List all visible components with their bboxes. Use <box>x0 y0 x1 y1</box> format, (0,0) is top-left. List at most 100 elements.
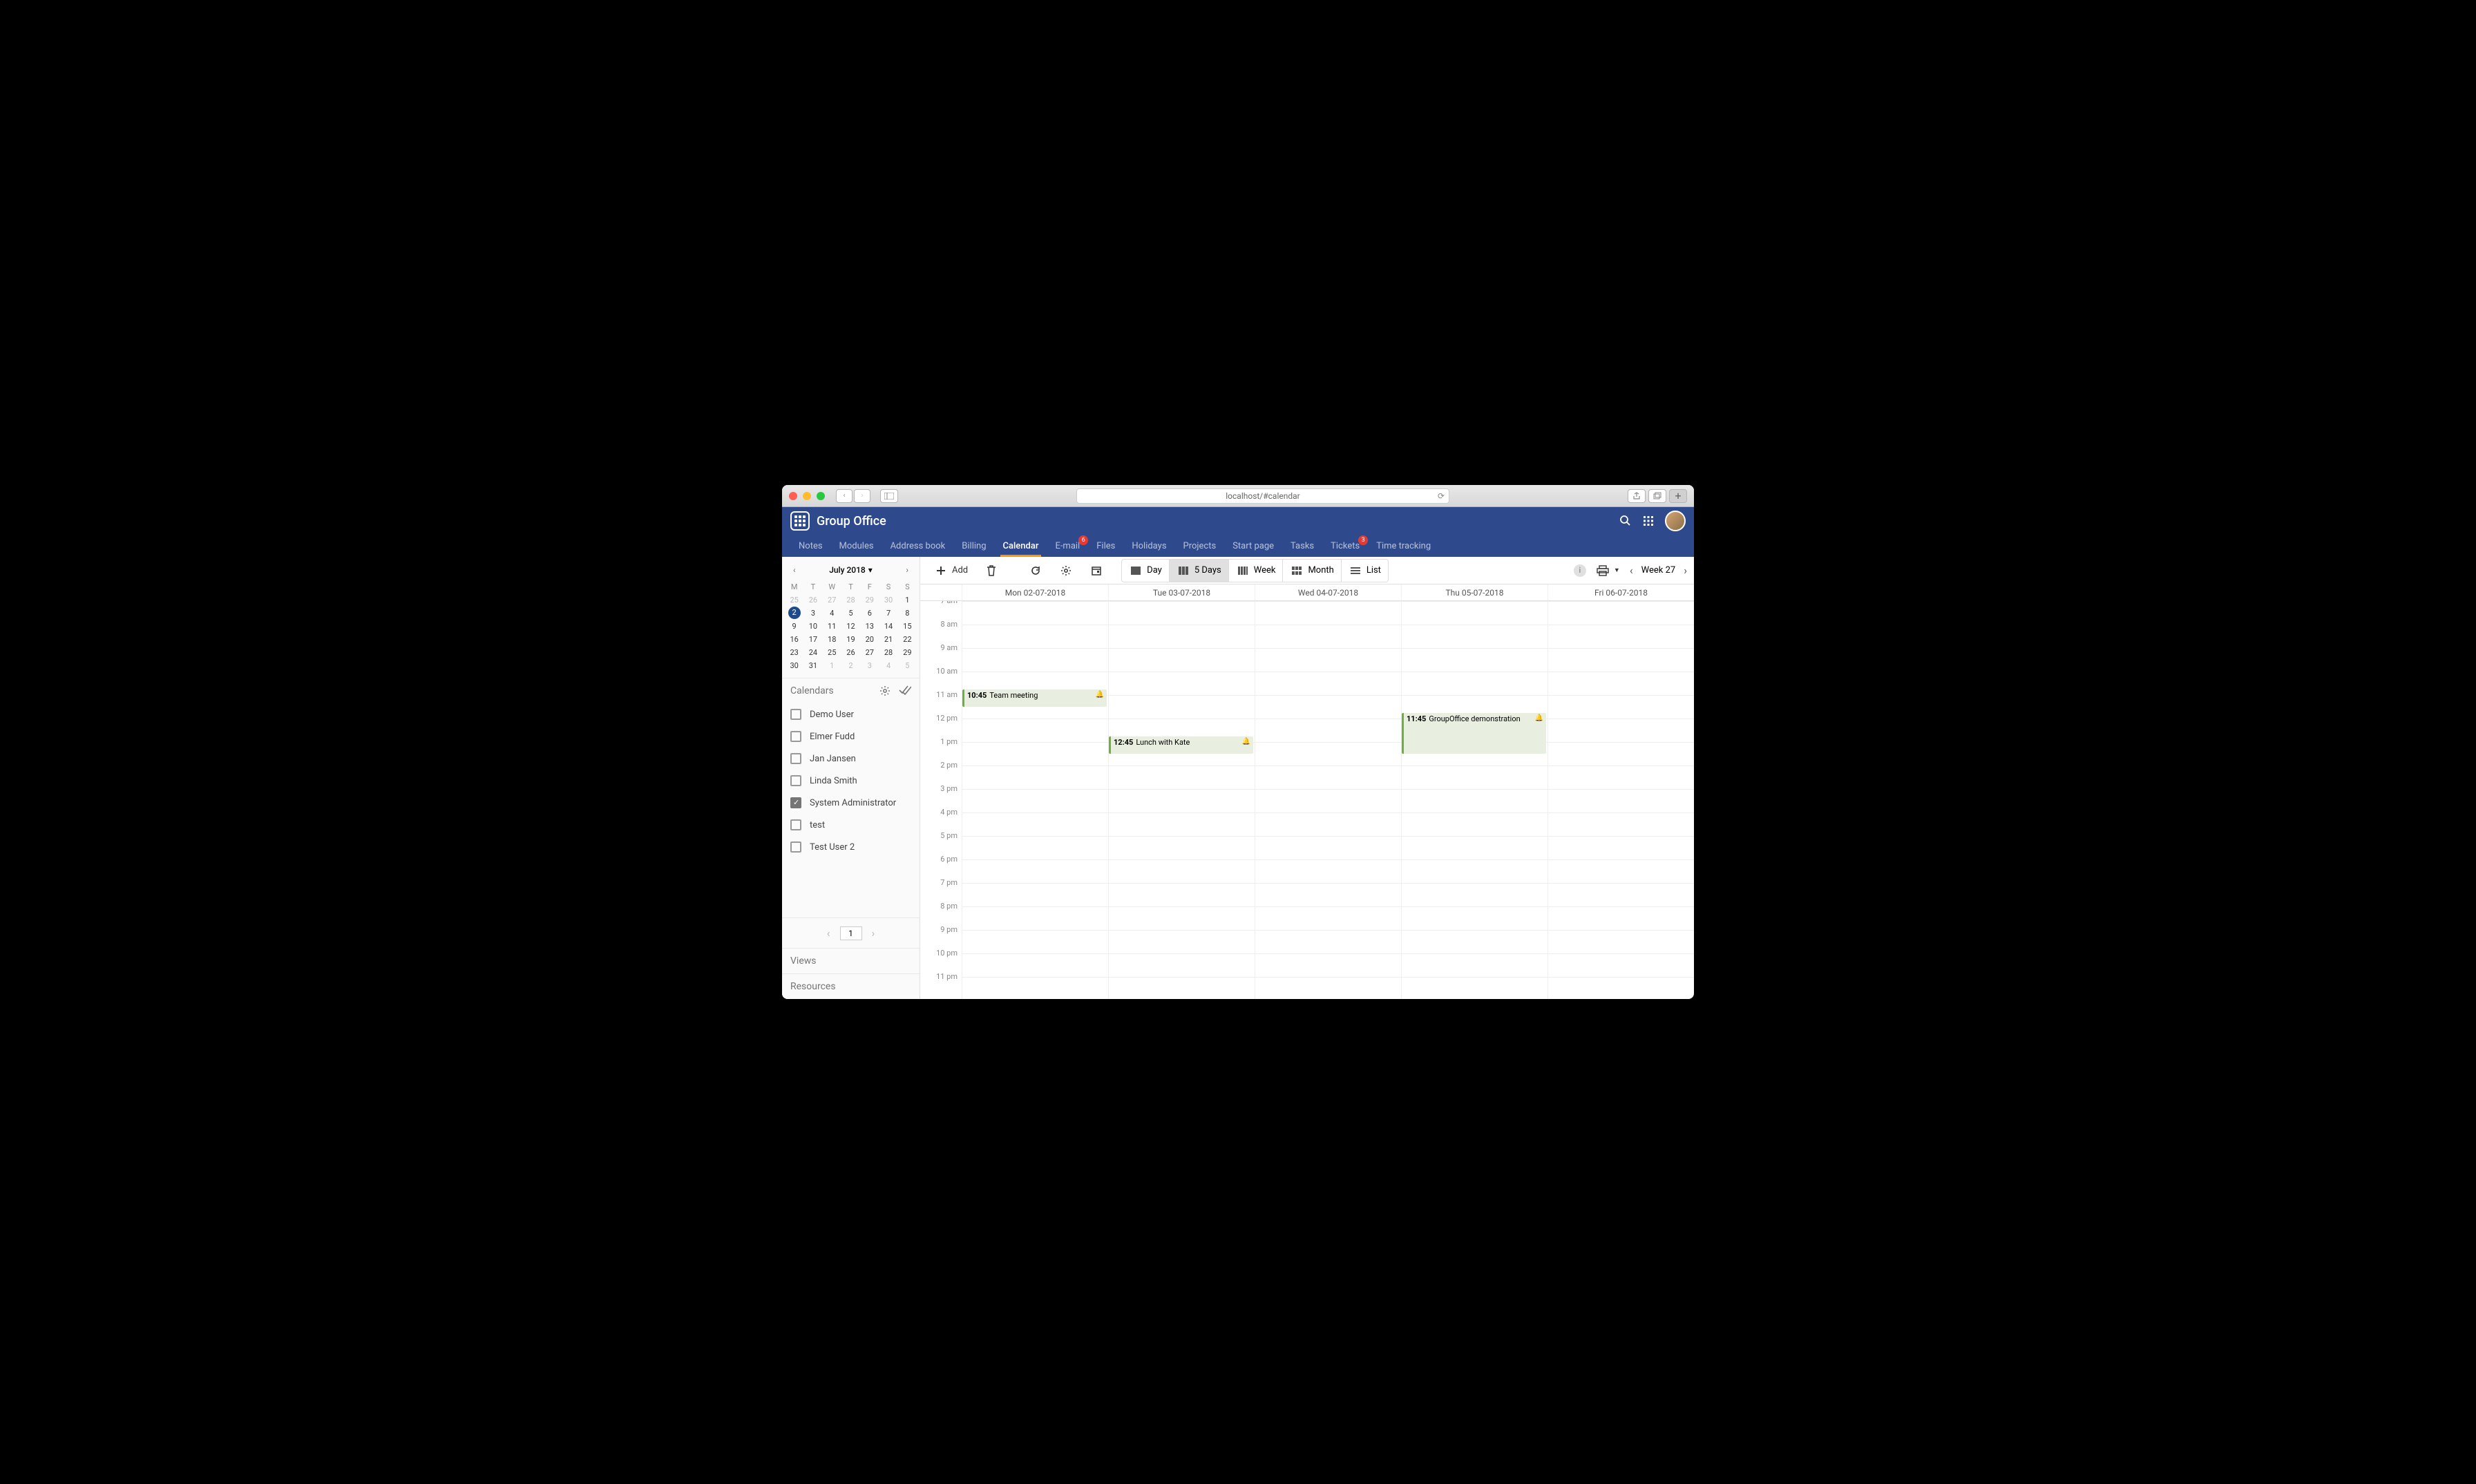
calendar-item[interactable]: Linda Smith <box>782 770 920 792</box>
mini-cal-day[interactable]: 5 <box>841 607 860 620</box>
app-logo-icon[interactable] <box>790 511 810 531</box>
calendar-event[interactable]: 11:45GroupOffice demonstration🔔 <box>1402 713 1546 754</box>
resources-section-header[interactable]: Resources <box>782 973 920 999</box>
pager-next-button[interactable]: › <box>868 925 879 941</box>
nav-tab-modules[interactable]: Modules <box>831 535 882 557</box>
calendar-item[interactable]: test <box>782 814 920 836</box>
mini-cal-day[interactable]: 3 <box>860 659 879 672</box>
mini-cal-day[interactable]: 20 <box>860 633 879 646</box>
mini-cal-day[interactable]: 7 <box>879 607 897 620</box>
gear-icon[interactable] <box>879 685 891 696</box>
share-icon[interactable] <box>1628 489 1646 503</box>
settings-button[interactable] <box>1052 560 1080 582</box>
mini-cal-day[interactable]: 29 <box>860 593 879 607</box>
day-column[interactable]: 10:45Team meeting🔔 <box>962 601 1108 999</box>
back-button[interactable]: ‹ <box>836 489 853 503</box>
calendar-item[interactable]: Demo User <box>782 703 920 725</box>
close-window-icon[interactable] <box>789 492 797 500</box>
next-month-button[interactable]: › <box>903 562 911 578</box>
checkbox-icon[interactable] <box>790 731 801 742</box>
mini-cal-day[interactable]: 19 <box>841 633 860 646</box>
apps-icon[interactable] <box>1643 515 1654 526</box>
tabs-icon[interactable] <box>1648 489 1666 503</box>
check-all-icon[interactable] <box>899 685 911 696</box>
minimize-window-icon[interactable] <box>803 492 811 500</box>
mini-cal-day[interactable]: 14 <box>879 620 897 633</box>
view-week-button[interactable]: Week <box>1229 560 1284 582</box>
day-column[interactable] <box>1255 601 1401 999</box>
mini-cal-day[interactable]: 29 <box>898 646 917 659</box>
nav-tab-billing[interactable]: Billing <box>953 535 994 557</box>
mini-cal-day[interactable]: 17 <box>803 633 822 646</box>
nav-tab-e-mail[interactable]: E-mail6 <box>1047 535 1088 557</box>
nav-tab-holidays[interactable]: Holidays <box>1123 535 1174 557</box>
calendar-event[interactable]: 12:45Lunch with Kate🔔 <box>1109 736 1253 754</box>
mini-cal-day[interactable]: 13 <box>860 620 879 633</box>
delete-button[interactable] <box>978 560 1005 582</box>
add-button[interactable]: Add <box>927 560 975 582</box>
pager-prev-button[interactable]: ‹ <box>823 925 835 941</box>
search-icon[interactable] <box>1619 515 1632 527</box>
avatar[interactable] <box>1665 511 1686 531</box>
nav-tab-address-book[interactable]: Address book <box>882 535 954 557</box>
mini-cal-day[interactable]: 11 <box>823 620 841 633</box>
calendar-event[interactable]: 10:45Team meeting🔔 <box>962 689 1107 707</box>
nav-tab-tickets[interactable]: Tickets3 <box>1322 535 1368 557</box>
mini-cal-day[interactable]: 28 <box>879 646 897 659</box>
mini-cal-day[interactable]: 26 <box>841 646 860 659</box>
nav-tab-notes[interactable]: Notes <box>790 535 831 557</box>
url-field[interactable]: localhost/#calendar ⟳ <box>1076 488 1449 504</box>
mini-cal-day[interactable]: 10 <box>803 620 822 633</box>
pager-input[interactable] <box>840 926 862 940</box>
checkbox-icon[interactable] <box>790 709 801 720</box>
prev-week-button[interactable]: ‹ <box>1630 564 1633 577</box>
prev-month-button[interactable]: ‹ <box>790 562 799 578</box>
print-button[interactable]: ▼ <box>1589 560 1627 582</box>
new-tab-icon[interactable]: + <box>1669 489 1687 503</box>
mini-cal-day[interactable]: 31 <box>803 659 822 672</box>
day-column[interactable]: 11:45GroupOffice demonstration🔔 <box>1401 601 1548 999</box>
calendar-item[interactable]: System Administrator <box>782 792 920 814</box>
nav-tab-files[interactable]: Files <box>1088 535 1123 557</box>
calendar-item[interactable]: Elmer Fudd <box>782 725 920 748</box>
mini-cal-day[interactable]: 1 <box>898 593 917 607</box>
mini-cal-day[interactable]: 24 <box>803 646 822 659</box>
info-icon[interactable]: i <box>1574 564 1586 577</box>
mini-cal-day[interactable]: 23 <box>785 646 803 659</box>
mini-cal-day[interactable]: 15 <box>898 620 917 633</box>
next-week-button[interactable]: › <box>1684 564 1687 577</box>
view-month-button[interactable]: Month <box>1283 560 1341 582</box>
mini-cal-day[interactable]: 30 <box>879 593 897 607</box>
view-day-button[interactable]: Day <box>1122 560 1170 582</box>
nav-tab-start-page[interactable]: Start page <box>1224 535 1282 557</box>
today-button[interactable] <box>1083 560 1110 582</box>
views-section-header[interactable]: Views <box>782 948 920 973</box>
refresh-button[interactable] <box>1022 560 1049 582</box>
mini-cal-day[interactable]: 5 <box>898 659 917 672</box>
view-5-days-button[interactable]: 5 Days <box>1170 560 1229 582</box>
calendar-item[interactable]: Test User 2 <box>782 836 920 858</box>
sidebar-toggle-icon[interactable] <box>880 489 898 503</box>
mini-cal-day[interactable]: 28 <box>841 593 860 607</box>
calendar-grid[interactable]: 7 am8 am9 am10 am11 am12 pm1 pm2 pm3 pm4… <box>920 601 1694 999</box>
mini-cal-day[interactable]: 4 <box>823 607 841 620</box>
mini-cal-day[interactable]: 1 <box>823 659 841 672</box>
mini-cal-day[interactable]: 4 <box>879 659 897 672</box>
mini-cal-day[interactable]: 2 <box>788 607 801 619</box>
mini-cal-day[interactable]: 27 <box>823 593 841 607</box>
day-column[interactable]: 12:45Lunch with Kate🔔 <box>1108 601 1255 999</box>
mini-cal-day[interactable]: 16 <box>785 633 803 646</box>
mini-cal-day[interactable]: 3 <box>803 607 822 620</box>
checkbox-icon[interactable] <box>790 797 801 808</box>
mini-cal-day[interactable]: 21 <box>879 633 897 646</box>
mini-cal-day[interactable]: 25 <box>823 646 841 659</box>
checkbox-icon[interactable] <box>790 841 801 853</box>
nav-tab-projects[interactable]: Projects <box>1175 535 1225 557</box>
reload-icon[interactable]: ⟳ <box>1438 491 1445 501</box>
mini-cal-day[interactable]: 12 <box>841 620 860 633</box>
nav-tab-time-tracking[interactable]: Time tracking <box>1368 535 1439 557</box>
checkbox-icon[interactable] <box>790 819 801 830</box>
nav-tab-tasks[interactable]: Tasks <box>1282 535 1322 557</box>
mini-cal-day[interactable]: 2 <box>841 659 860 672</box>
mini-cal-day[interactable]: 30 <box>785 659 803 672</box>
